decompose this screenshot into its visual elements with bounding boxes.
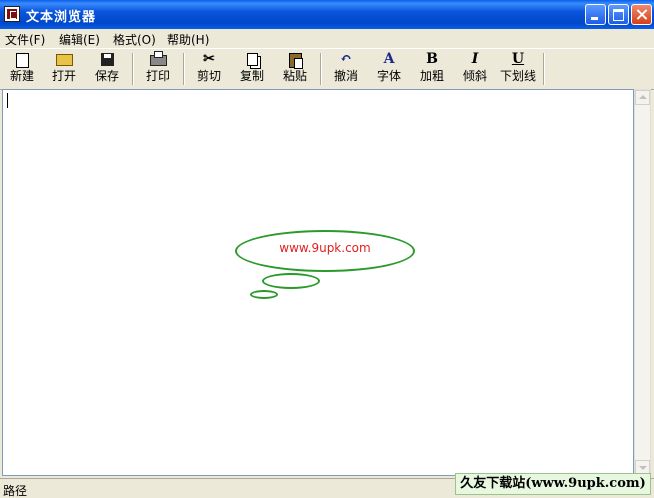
minimize-button[interactable] [585, 4, 606, 25]
new-file-icon [0, 51, 44, 68]
undo-label: 撤消 [333, 69, 358, 83]
maximize-button[interactable] [608, 4, 629, 25]
toolbar: 新建 打开 保存 打印 ✂ 剪切 复制 粘贴 ↶ 撤消 A 字体 B 加粗 I … [0, 48, 654, 90]
toolbar-separator [132, 53, 134, 85]
menu-format[interactable]: 格式(O) [113, 31, 156, 48]
open-button[interactable]: 打开 [42, 51, 86, 87]
menu-help[interactable]: 帮助(H) [167, 31, 209, 48]
font-button[interactable]: A 字体 [367, 51, 411, 87]
italic-button[interactable]: I 倾斜 [453, 51, 497, 87]
menu-file[interactable]: 文件(F) [5, 31, 45, 48]
print-button[interactable]: 打印 [136, 51, 180, 87]
undo-icon: ↶ [340, 51, 352, 67]
print-label: 打印 [145, 69, 170, 83]
open-label: 打开 [51, 69, 76, 83]
watermark-bubble-tail [250, 290, 278, 299]
undo-button[interactable]: ↶ 撤消 [324, 51, 368, 87]
italic-label: 倾斜 [462, 69, 487, 83]
underline-label: 下划线 [499, 69, 536, 83]
printer-icon [136, 51, 180, 68]
cut-button[interactable]: ✂ 剪切 [187, 51, 231, 87]
open-folder-icon [42, 51, 86, 68]
floppy-save-icon [85, 51, 129, 68]
app-icon[interactable] [4, 6, 20, 22]
close-button[interactable] [631, 4, 652, 25]
site-banner: 久友下载站(www.9upk.com) [455, 473, 651, 495]
watermark-text: www.9upk.com [279, 241, 371, 255]
paste-label: 粘贴 [282, 69, 307, 83]
italic-icon: I [471, 51, 479, 67]
vertical-scrollbar[interactable] [634, 89, 651, 476]
cut-label: 剪切 [196, 69, 221, 83]
paste-button[interactable]: 粘贴 [273, 51, 317, 87]
bold-label: 加粗 [419, 69, 444, 83]
title-bar[interactable]: 文本浏览器 [0, 0, 654, 29]
copy-label: 复制 [239, 69, 264, 83]
copy-button[interactable]: 复制 [230, 51, 274, 87]
menu-edit[interactable]: 编辑(E) [59, 31, 100, 48]
font-icon: A [383, 51, 395, 67]
text-caret [7, 93, 8, 108]
menu-bar: 文件(F) 编辑(E) 格式(O) 帮助(H) [0, 29, 654, 47]
toolbar-separator [543, 53, 545, 85]
underline-icon: U [511, 51, 525, 67]
underline-button[interactable]: U 下划线 [496, 51, 540, 87]
new-label: 新建 [9, 69, 34, 83]
scroll-up-button[interactable] [635, 90, 650, 105]
toolbar-separator [320, 53, 322, 85]
paste-icon [273, 51, 317, 69]
copy-icon [230, 51, 274, 68]
new-button[interactable]: 新建 [0, 51, 44, 87]
text-browser-window: 文本浏览器 文件(F) 编辑(E) 格式(O) 帮助(H) 新建 打开 保存 打… [0, 0, 654, 498]
font-label: 字体 [376, 69, 401, 83]
toolbar-separator [183, 53, 185, 85]
scissors-icon: ✂ [203, 51, 215, 67]
save-button[interactable]: 保存 [85, 51, 129, 87]
watermark-bubble-tail [262, 273, 320, 289]
bold-icon: B [426, 51, 438, 67]
save-label: 保存 [94, 69, 119, 83]
bold-button[interactable]: B 加粗 [410, 51, 454, 87]
status-path-label: 路径 [3, 484, 28, 498]
window-title: 文本浏览器 [26, 10, 97, 25]
